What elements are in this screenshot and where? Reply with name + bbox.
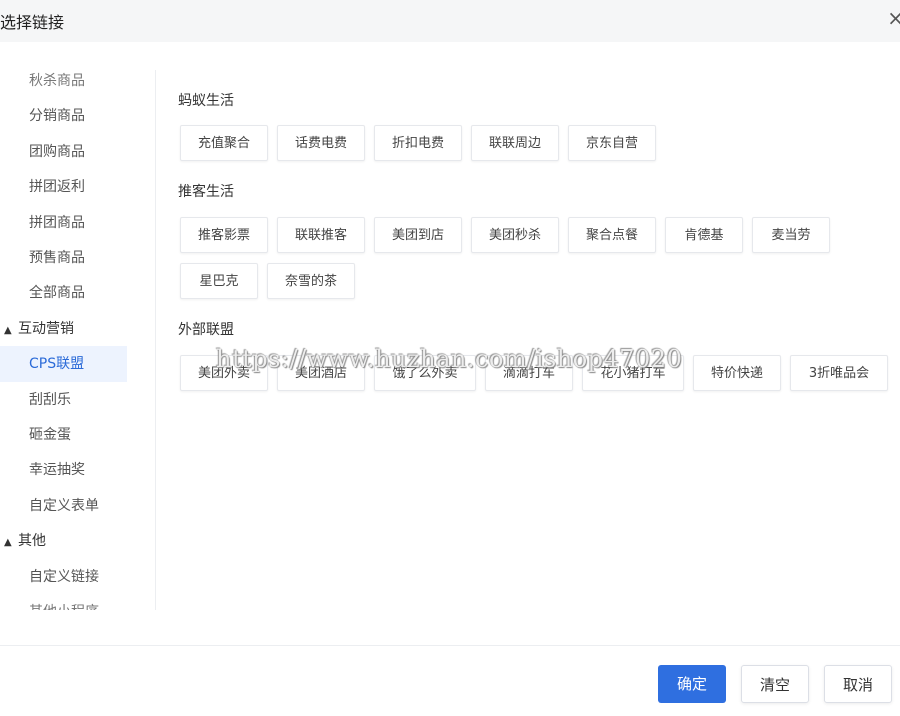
sidebar-item-15[interactable]: 其他小程序 — [0, 594, 127, 610]
clear-button[interactable]: 清空 — [741, 665, 809, 703]
collapse-triangle-icon: ▲ — [4, 324, 12, 336]
link-option-tag[interactable]: 联联推客 — [277, 217, 365, 253]
link-option-tag[interactable]: 美团酒店 — [277, 355, 365, 391]
link-option-tag[interactable]: 特价快递 — [693, 355, 781, 391]
footer-divider — [0, 645, 900, 646]
section-title: 蚂蚁生活 — [178, 93, 234, 109]
link-option-tag[interactable]: 充值聚合 — [180, 125, 268, 161]
link-option-tag[interactable]: 奈雪的茶 — [267, 263, 355, 299]
dialog-header: 选择链接 × — [0, 0, 900, 42]
sidebar-item-3[interactable]: 拼团返利 — [0, 169, 127, 205]
link-option-tag[interactable]: 滴滴打车 — [485, 355, 573, 391]
link-option-tag[interactable]: 星巴克 — [180, 263, 258, 299]
sidebar-item-4[interactable]: 拼团商品 — [0, 205, 127, 241]
sidebar-item-1[interactable]: 分销商品 — [0, 98, 127, 134]
sidebar-group-label: 互动营销 — [18, 320, 74, 337]
dialog-title: 选择链接 — [0, 13, 65, 32]
link-option-tag[interactable]: 京东自营 — [568, 125, 656, 161]
link-option-tag[interactable]: 肯德基 — [665, 217, 743, 253]
sidebar-item-11[interactable]: 幸运抽奖 — [0, 452, 127, 488]
link-option-tag[interactable]: 美团外卖 — [180, 355, 268, 391]
link-option-tag[interactable]: 花小猪打车 — [582, 355, 684, 391]
sidebar-item-0[interactable]: 秋杀商品 — [0, 70, 127, 99]
sidebar-group-7[interactable]: ▲ 互动营销 — [0, 311, 127, 347]
sidebar-item-14[interactable]: 自定义链接 — [0, 559, 127, 595]
link-option-tag[interactable]: 推客影票 — [180, 217, 268, 253]
link-option-tag[interactable]: 聚合点餐 — [568, 217, 656, 253]
close-icon[interactable]: × — [887, 6, 900, 30]
link-option-tag[interactable]: 话费电费 — [277, 125, 365, 161]
select-link-dialog: 选择链接 × 秋杀商品 分销商品 团购商品 拼团返利 拼团商品 预售商品 全部商品 ▲ 互动营销… — [0, 0, 900, 716]
link-option-tag[interactable]: 3折唯品会 — [790, 355, 888, 391]
sidebar-item-5[interactable]: 预售商品 — [0, 240, 127, 276]
sidebar-item-2[interactable]: 团购商品 — [0, 134, 127, 170]
cancel-button[interactable]: 取消 — [824, 665, 892, 703]
collapse-triangle-icon: ▲ — [4, 537, 12, 549]
section-title: 外部联盟 — [178, 322, 234, 338]
sidebar-item-12[interactable]: 自定义表单 — [0, 488, 127, 524]
link-option-tag[interactable]: 联联周边 — [471, 125, 559, 161]
link-option-tag[interactable]: 麦当劳 — [752, 217, 830, 253]
confirm-button[interactable]: 确定 — [658, 665, 726, 703]
sidebar-item-8[interactable]: CPS联盟 — [0, 346, 127, 383]
link-option-tag[interactable]: 饿了么外卖 — [374, 355, 476, 391]
sidebar-item-6[interactable]: 全部商品 — [0, 275, 127, 311]
link-category-sidebar: 秋杀商品 分销商品 团购商品 拼团返利 拼团商品 预售商品 全部商品 ▲ 互动营销 CPS联盟 刮刮… — [0, 70, 156, 610]
link-option-tag[interactable]: 美团到店 — [374, 217, 462, 253]
section-title: 推客生活 — [178, 184, 234, 200]
link-option-tag[interactable]: 折扣电费 — [374, 125, 462, 161]
sidebar-group-label: 其他 — [18, 533, 46, 550]
sidebar-group-13[interactable]: ▲ 其他 — [0, 523, 127, 559]
sidebar-item-10[interactable]: 砸金蛋 — [0, 417, 127, 453]
link-option-tag[interactable]: 美团秒杀 — [471, 217, 559, 253]
sidebar-item-9[interactable]: 刮刮乐 — [0, 382, 127, 418]
